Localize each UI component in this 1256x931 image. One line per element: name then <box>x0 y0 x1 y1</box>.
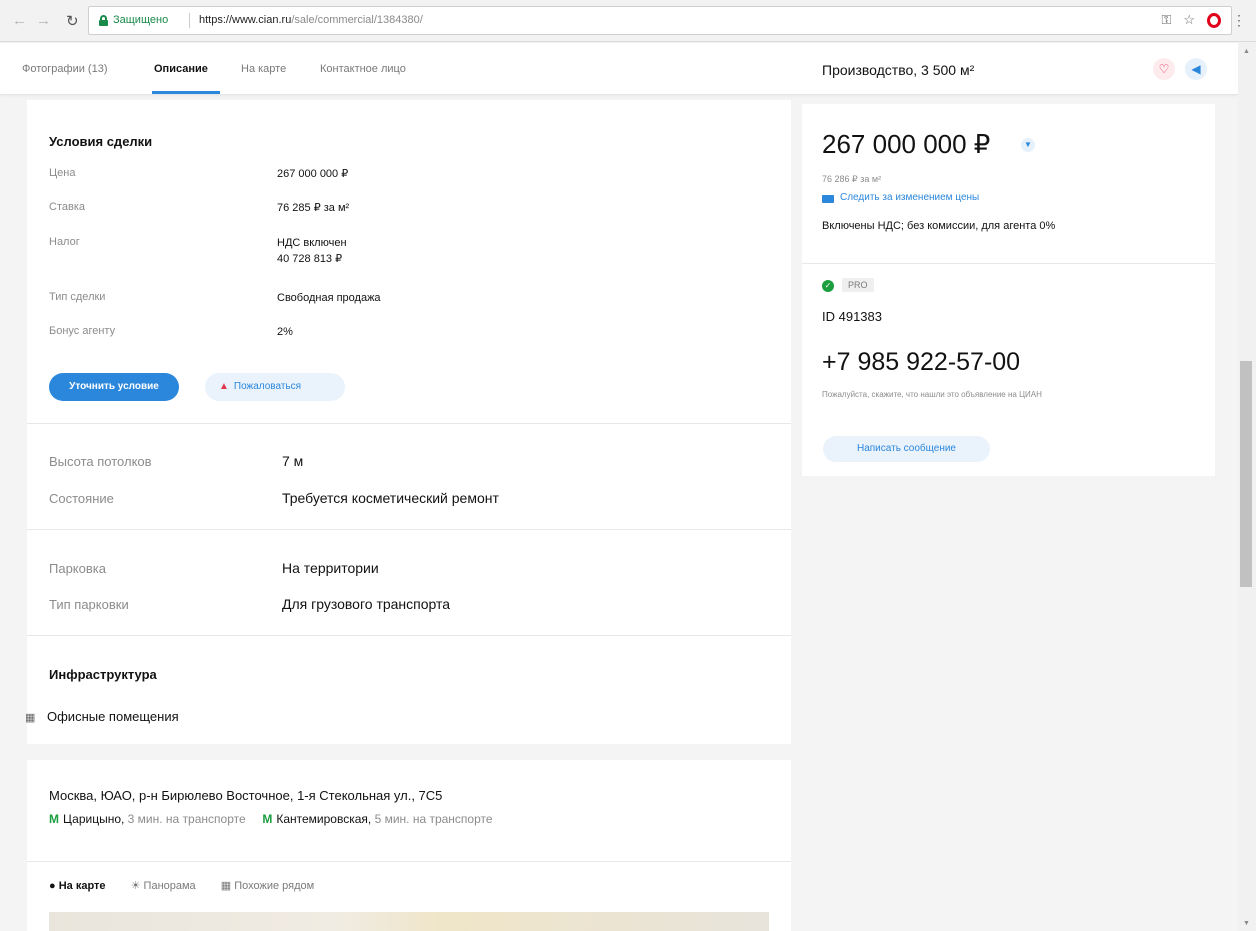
condition-label: Состояние <box>49 491 114 506</box>
deal-details-card: Условия сделки Цена 267 000 000 ₽ Ставка… <box>27 100 791 744</box>
map-tab-panorama-label: Панорама <box>143 880 196 892</box>
secure-label: Защищено <box>113 14 169 26</box>
chevron-down-icon[interactable]: ▼ <box>1021 138 1035 152</box>
price-label: Цена <box>49 167 76 179</box>
tab-description[interactable]: Описание <box>154 63 208 75</box>
active-tab-indicator <box>152 91 220 94</box>
section-divider <box>27 635 791 636</box>
back-arrow-icon[interactable]: ← <box>12 12 27 29</box>
infrastructure-title: Инфраструктура <box>49 667 157 682</box>
url-text[interactable]: https://www.cian.ru/sale/commercial/1384… <box>199 14 423 26</box>
complain-button[interactable]: ▲ Пожаловаться <box>205 373 345 401</box>
section-divider <box>802 263 1215 264</box>
rate-label: Ставка <box>49 201 85 213</box>
metro-icon: M <box>49 812 59 826</box>
send-message-button[interactable]: Написать сообщение <box>823 436 990 462</box>
parking-label: Парковка <box>49 561 106 576</box>
warning-icon: ▲ <box>219 381 229 392</box>
lock-icon <box>99 15 108 26</box>
address-text: Москва, ЮАО, р-н Бирюлево Восточное, 1-я… <box>49 788 443 803</box>
scroll-up-icon[interactable]: ▲ <box>1243 48 1250 55</box>
map-tab-panorama[interactable]: ☀ Панорама <box>131 880 196 892</box>
scroll-down-icon[interactable]: ▼ <box>1243 920 1250 927</box>
omnibox-divider <box>189 13 190 28</box>
metro-station-name[interactable]: Царицыно <box>63 812 121 826</box>
price-contact-card: 267 000 000 ₽ ▼ 76 286 ₽ за м² Следить з… <box>802 104 1215 476</box>
reload-icon[interactable]: ↻ <box>66 12 79 30</box>
section-divider <box>27 529 791 530</box>
map-preview[interactable] <box>49 912 769 931</box>
ceiling-height-value: 7 м <box>282 453 304 469</box>
address-bar[interactable]: Защищено https://www.cian.ru/sale/commer… <box>88 6 1232 35</box>
parking-type-value: Для грузового транспорта <box>282 596 451 612</box>
browser-toolbar: ← → ↻ Защищено https://www.cian.ru/sale/… <box>0 0 1256 42</box>
map-tab-nearby-label: Похожие рядом <box>234 880 315 892</box>
rate-value: 76 285 ₽ за м² <box>277 202 350 214</box>
agent-bonus-value: 2% <box>277 326 293 338</box>
sticky-tabs-header: Фотографии (13) Описание На карте Контак… <box>0 43 1238 95</box>
location-card: Москва, ЮАО, р-н Бирюлево Восточное, 1-я… <box>27 760 791 931</box>
key-icon[interactable]: ⚿ <box>1161 12 1171 28</box>
metro-list: M Царицыно, 3 мин. на транспорте M Кантеми… <box>49 812 493 826</box>
parking-value: На территории <box>282 560 379 576</box>
map-tab-map[interactable]: ● На карте <box>49 880 106 892</box>
grid-icon: ▦ <box>220 880 232 892</box>
complain-button-label: Пожаловаться <box>233 381 302 392</box>
agent-bonus-label: Бонус агенту <box>49 325 116 337</box>
phone-number[interactable]: +7 985 922-57-00 <box>822 348 1020 377</box>
map-pin-icon: ● <box>49 880 56 892</box>
tab-map[interactable]: На карте <box>241 63 286 75</box>
favorite-heart-icon[interactable]: ♡ <box>1153 58 1175 80</box>
menu-dots-icon[interactable]: ⋮ <box>1232 12 1246 29</box>
listing-title: Производство, 3 500 м² <box>822 62 975 78</box>
tab-photos[interactable]: Фотографии (13) <box>22 63 107 75</box>
tax-amount: 40 728 813 ₽ <box>277 253 343 265</box>
tax-label: Налог <box>49 236 80 248</box>
metro-icon: M <box>262 812 273 826</box>
map-tab-map-label: На карте <box>58 880 106 892</box>
scrollbar-thumb[interactable] <box>1240 361 1252 587</box>
deal-section-title: Условия сделки <box>49 134 153 149</box>
metro-travel-time: 3 мин. на транспорте <box>127 812 246 826</box>
metro-station-name[interactable]: Кантемировская <box>276 812 368 826</box>
follow-price-link[interactable]: Следить за изменением цены <box>840 192 979 203</box>
metro-travel-time: 5 мин. на транспорте <box>374 812 493 826</box>
price-value: 267 000 000 ₽ <box>277 168 349 180</box>
tax-value: НДС включен <box>277 237 347 249</box>
tab-contact[interactable]: Контактное лицо <box>320 63 406 75</box>
url-path: /sale/commercial/1384380/ <box>291 14 423 26</box>
panorama-icon: ☀ <box>130 880 141 892</box>
agent-id: ID 491383 <box>822 309 882 324</box>
total-price: 267 000 000 ₽ <box>822 129 991 159</box>
infrastructure-item: Офисные помещения <box>47 709 179 724</box>
parking-type-label: Тип парковки <box>49 597 129 612</box>
vat-note: Включены НДС; без комиссии, для агента 0… <box>822 220 1056 232</box>
map-tab-nearby[interactable]: ▦ Похожие рядом <box>221 880 314 892</box>
price-per-m2: 76 286 ₽ за м² <box>822 174 882 184</box>
url-host: https://www.cian.ru <box>199 14 292 26</box>
forward-arrow-icon[interactable]: → <box>36 12 51 29</box>
clarify-condition-button[interactable]: Уточнить условие <box>49 373 179 401</box>
opera-icon[interactable] <box>1207 12 1221 28</box>
mail-icon <box>822 195 834 203</box>
deal-type-value: Свободная продажа <box>277 292 381 304</box>
section-divider <box>27 861 791 862</box>
phone-note: Пожалуйста, скажите, что нашли это объяв… <box>822 390 1042 399</box>
map-view-tabs: ● На карте ☀ Панорама ▦ Похожие рядом <box>49 879 336 892</box>
verified-check-icon: ✓ <box>822 280 834 292</box>
ceiling-height-label: Высота потолков <box>49 454 152 469</box>
share-icon[interactable]: ◀ <box>1185 58 1207 80</box>
star-icon[interactable]: ☆ <box>1183 12 1195 28</box>
section-divider <box>27 423 791 424</box>
office-building-icon: ▦ <box>25 712 36 724</box>
pro-badge: PRO <box>842 278 874 292</box>
deal-type-label: Тип сделки <box>49 291 106 303</box>
condition-value: Требуется косметический ремонт <box>282 490 499 506</box>
